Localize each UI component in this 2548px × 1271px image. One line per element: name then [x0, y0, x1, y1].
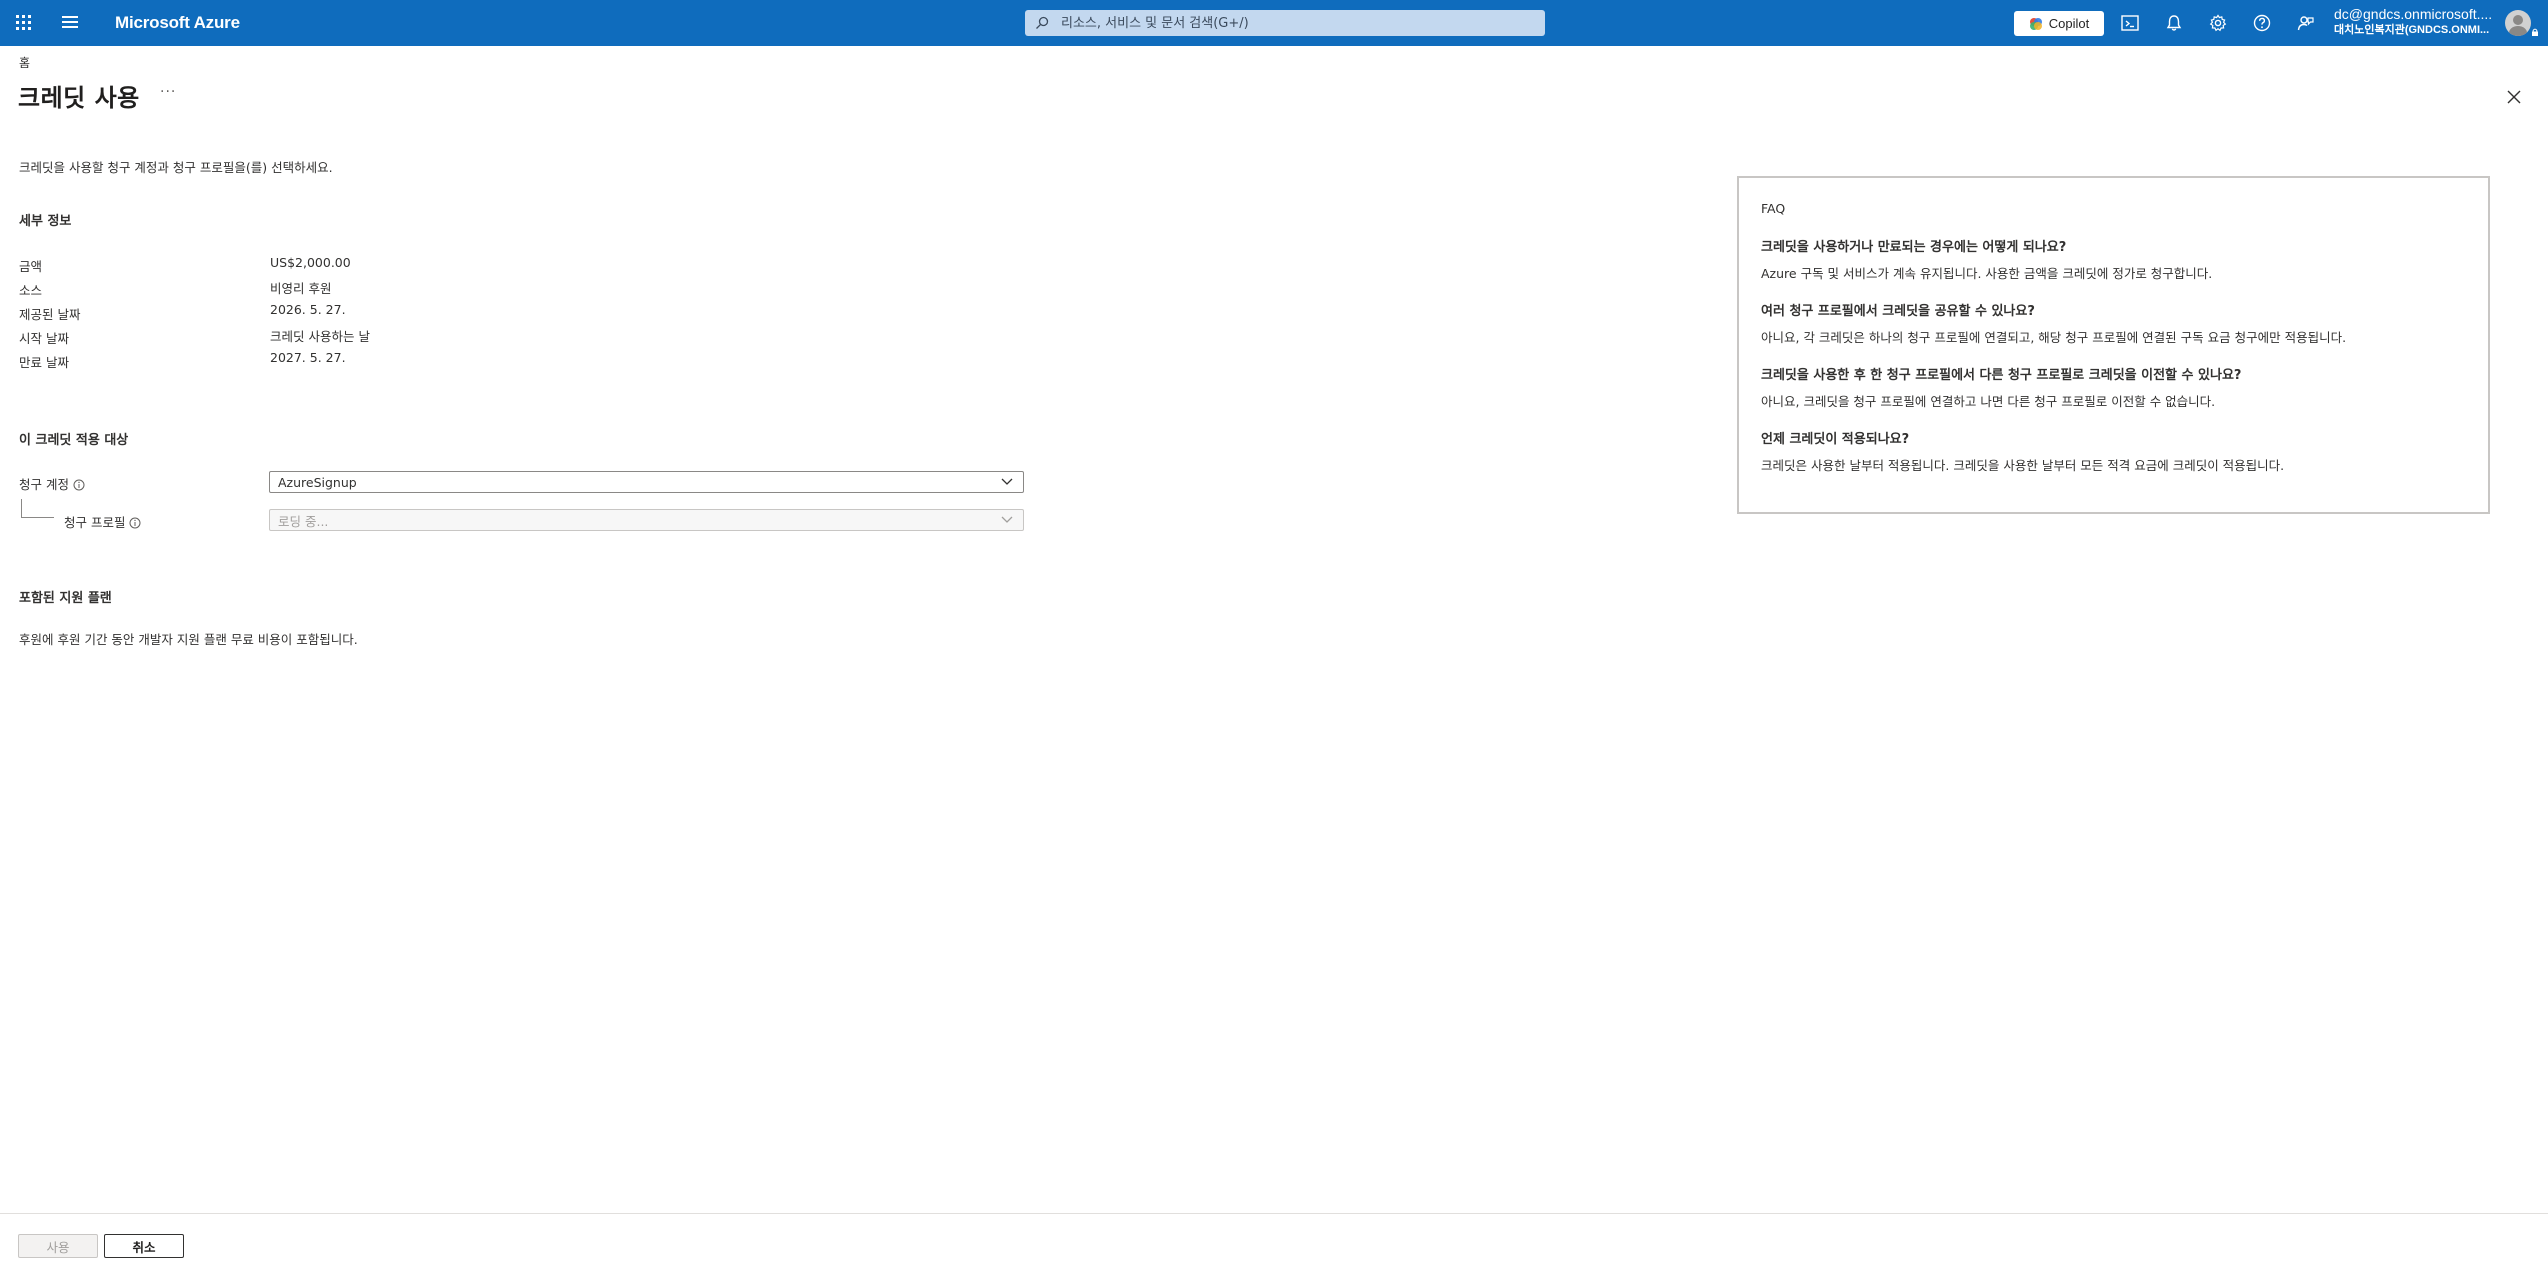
- expiry-date-value: 2027. 5. 27.: [270, 350, 346, 365]
- avatar[interactable]: [2505, 10, 2531, 36]
- settings-gear-icon[interactable]: [2208, 13, 2228, 33]
- portal-menu-icon[interactable]: [62, 16, 80, 30]
- account-email: dc@gndcs.onmicrosoft....: [2334, 6, 2493, 22]
- copilot-button[interactable]: Copilot: [2014, 11, 2104, 36]
- breadcrumb[interactable]: 홈: [19, 54, 30, 71]
- faq-answer: 아니요, 각 크레딧은 하나의 청구 프로필에 연결되고, 해당 청구 프로필에…: [1761, 330, 2347, 345]
- account-directory: 대치노인복지관(GNDCS.ONMI...: [2334, 24, 2490, 36]
- cancel-button[interactable]: 취소: [104, 1234, 184, 1258]
- details-heading: 세부 정보: [19, 214, 72, 229]
- faq-title: FAQ: [1761, 201, 1786, 216]
- faq-answer: 아니요, 크레딧을 청구 프로필에 연결하고 나면 다른 청구 프로필로 이전할…: [1761, 394, 2216, 409]
- feedback-icon[interactable]: [2296, 13, 2316, 33]
- faq-answer: Azure 구독 및 서비스가 계속 유지됩니다. 사용한 금액을 크레딧에 정…: [1761, 266, 2213, 281]
- chevron-down-icon: [1001, 478, 1013, 485]
- more-options-button[interactable]: ···: [160, 84, 176, 100]
- amount-value: US$2,000.00: [270, 255, 351, 270]
- search-input[interactable]: [1059, 14, 1545, 32]
- start-date-value: 크레딧 사용하는 날: [270, 329, 370, 344]
- support-text: 후원에 후원 기간 동안 개발자 지원 플랜 무료 비용이 포함됩니다.: [19, 632, 358, 647]
- copilot-icon: [2029, 17, 2042, 30]
- support-heading: 포함된 지원 플랜: [19, 591, 112, 606]
- global-search-box[interactable]: [1025, 10, 1545, 36]
- tree-connector: [21, 499, 54, 518]
- source-value: 비영리 후원: [270, 281, 332, 296]
- billing-account-label-row: 청구 계정: [19, 474, 85, 493]
- source-label: 소스: [19, 283, 43, 298]
- page-title: 크레딧 사용: [18, 84, 140, 112]
- faq-question: 언제 크레딧이 적용되나요?: [1761, 432, 1910, 447]
- faq-question: 크레딧을 사용한 후 한 청구 프로필에서 다른 청구 프로필로 크레딧을 이전…: [1761, 368, 2242, 383]
- notifications-bell-icon[interactable]: [2164, 13, 2184, 33]
- faq-question: 여러 청구 프로필에서 크레딧을 공유할 수 있나요?: [1761, 304, 2035, 319]
- billing-account-label: 청구 계정: [19, 477, 69, 492]
- search-icon: [1036, 16, 1049, 29]
- faq-panel: FAQ 크레딧을 사용하거나 만료되는 경우에는 어떻게 되나요? Azure …: [1737, 176, 2490, 514]
- info-icon[interactable]: [73, 479, 85, 491]
- chevron-down-icon: [1001, 516, 1013, 523]
- app-launcher-icon[interactable]: [16, 15, 32, 31]
- start-date-label: 시작 날짜: [19, 331, 69, 346]
- use-button[interactable]: 사용: [18, 1234, 98, 1258]
- close-icon[interactable]: [2505, 88, 2523, 106]
- top-navigation-bar: Microsoft Azure Copilot: [0, 0, 2548, 46]
- info-icon[interactable]: [129, 517, 141, 529]
- issued-date-value: 2026. 5. 27.: [270, 302, 346, 317]
- billing-profile-label: 청구 프로필: [64, 515, 126, 530]
- cloud-shell-icon[interactable]: [2120, 13, 2140, 33]
- copilot-label: Copilot: [2048, 16, 2090, 31]
- billing-profile-selected: 로딩 중...: [278, 513, 329, 529]
- help-icon[interactable]: [2252, 13, 2272, 33]
- intro-text: 크레딧을 사용할 청구 계정과 청구 프로필을(를) 선택하세요.: [19, 160, 333, 175]
- applies-heading: 이 크레딧 적용 대상: [19, 433, 129, 448]
- lock-icon: [2532, 28, 2538, 36]
- amount-label: 금액: [19, 259, 43, 274]
- billing-account-selected: AzureSignup: [278, 474, 357, 490]
- faq-question: 크레딧을 사용하거나 만료되는 경우에는 어떻게 되나요?: [1761, 240, 2067, 255]
- faq-answer: 크레딧은 사용한 날부터 적용됩니다. 크레딧을 사용한 날부터 모든 적격 요…: [1761, 458, 2285, 473]
- footer-divider: [0, 1213, 2548, 1214]
- billing-profile-label-row: 청구 프로필: [64, 512, 141, 531]
- expiry-date-label: 만료 날짜: [19, 355, 69, 370]
- issued-date-label: 제공된 날짜: [19, 307, 81, 322]
- billing-account-dropdown[interactable]: AzureSignup: [269, 471, 1024, 493]
- billing-profile-dropdown[interactable]: 로딩 중...: [269, 509, 1024, 531]
- brand-title[interactable]: Microsoft Azure: [115, 13, 240, 33]
- account-info[interactable]: dc@gndcs.onmicrosoft.... 대치노인복지관(GNDCS.O…: [2334, 6, 2499, 38]
